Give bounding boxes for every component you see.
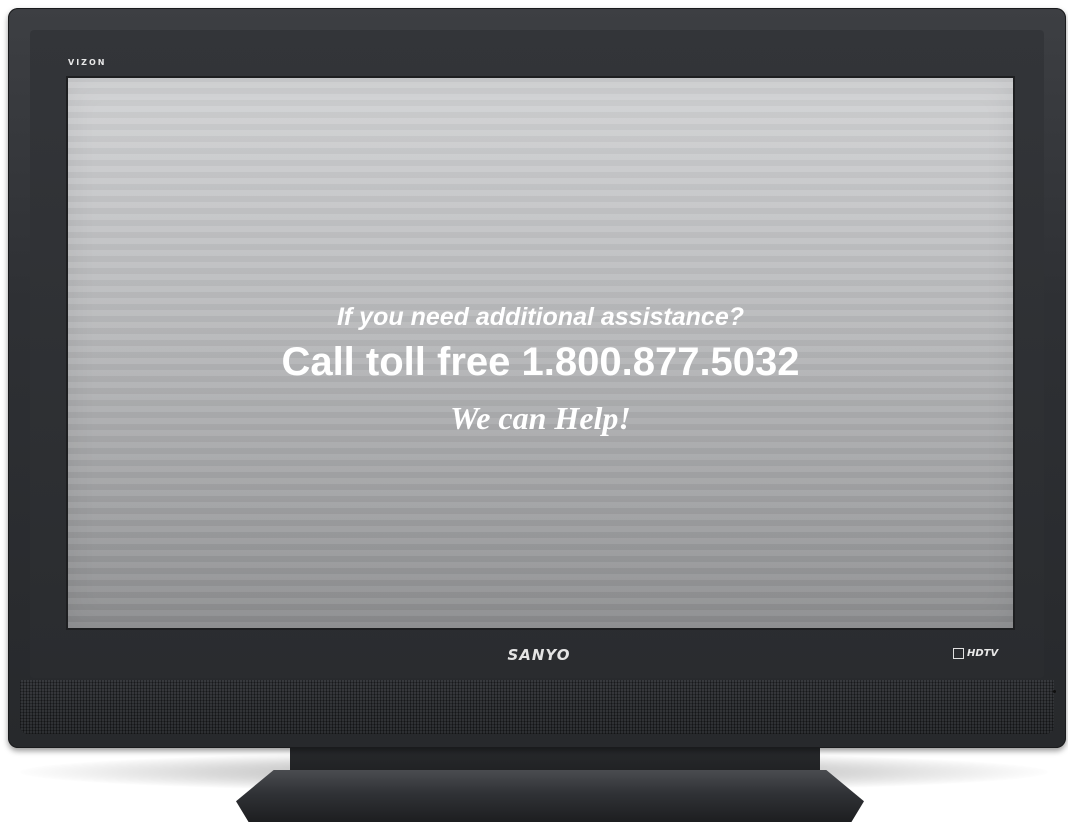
model-logo: VIZON xyxy=(68,58,107,67)
hdtv-box-icon xyxy=(953,648,964,659)
brand-logo: SANYO xyxy=(507,646,571,664)
assistance-question: If you need additional assistance? xyxy=(336,303,745,331)
toll-free-phone: Call toll free 1.800.877.5032 xyxy=(281,340,800,384)
help-message: We can Help! xyxy=(450,400,631,436)
hdtv-label: HDTV xyxy=(967,648,999,659)
tv-screen: If you need additional assistance? Call … xyxy=(68,78,1013,628)
power-led-icon xyxy=(1053,690,1056,693)
speaker-grille xyxy=(20,680,1054,734)
tv-stand-base xyxy=(236,770,864,822)
tv-illustration: VIZON If you need additional assistance?… xyxy=(0,0,1068,827)
hdtv-badge: HDTV xyxy=(953,648,998,659)
